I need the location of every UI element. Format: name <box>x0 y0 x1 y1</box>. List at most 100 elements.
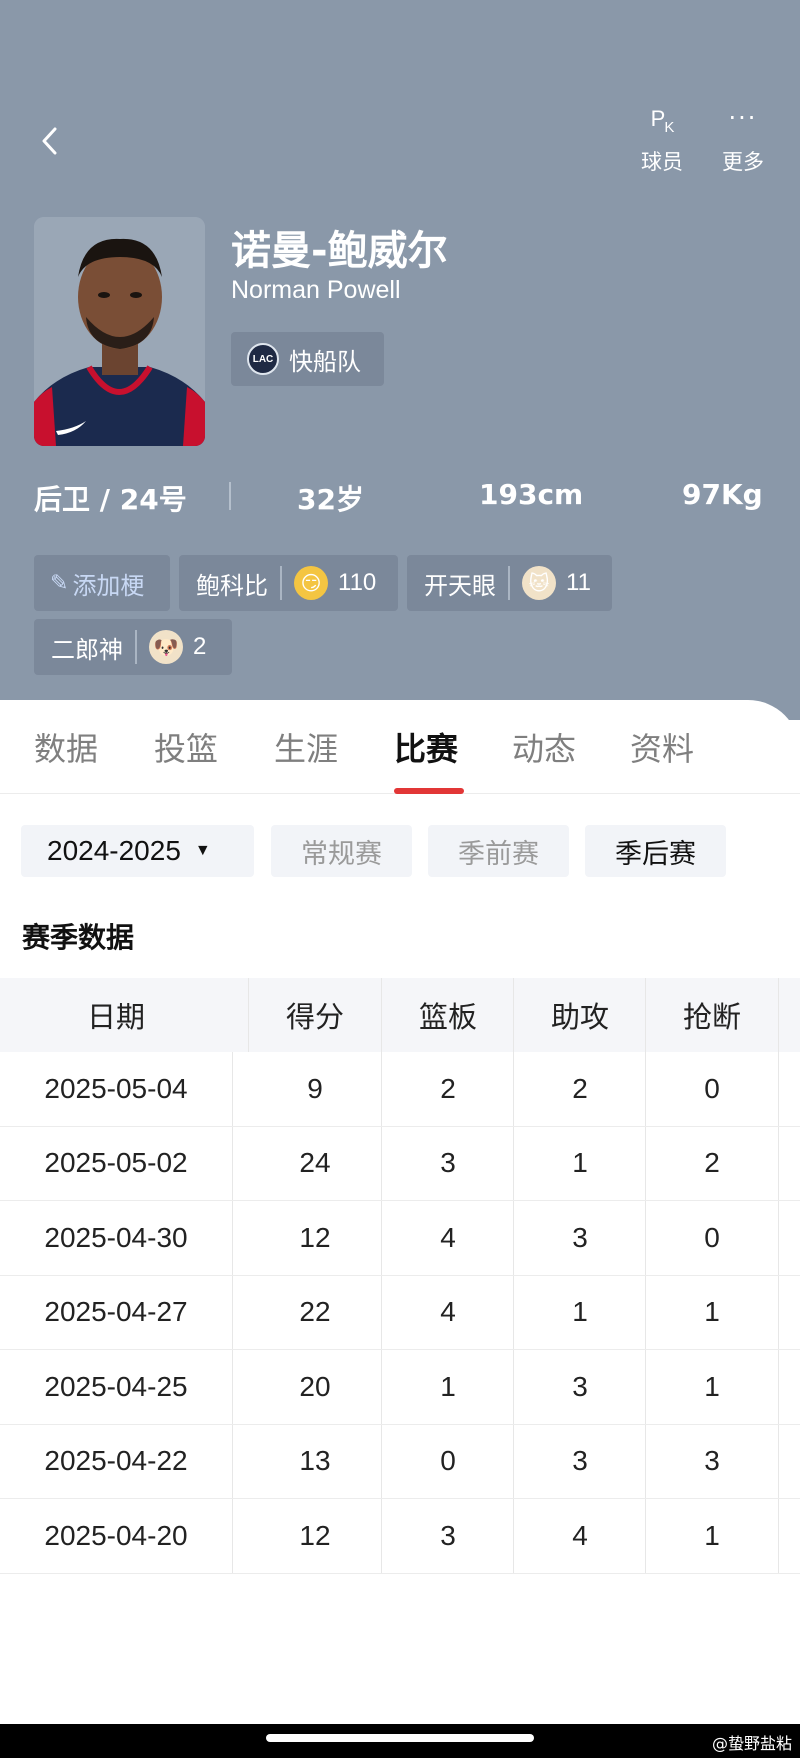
age: 32岁 <box>297 483 364 516</box>
pk-icon: PK <box>650 106 675 136</box>
smirk-emoji-icon: 😏 <box>294 566 328 600</box>
cell-rebounds: 3 <box>440 1147 456 1179</box>
pk-label: 球员 <box>641 150 683 174</box>
team-badge[interactable]: LAC 快船队 <box>231 332 384 386</box>
pencil-icon: ✎ <box>50 570 69 596</box>
tab-news[interactable]: 动态 <box>512 724 576 770</box>
more-button[interactable]: ··· 更多 <box>708 104 778 176</box>
cell-rebounds: 4 <box>440 1296 456 1328</box>
filter-bar: 2024-2025 ▼ 常规赛 季前赛 季后赛 <box>0 825 800 877</box>
filter-regular-season[interactable]: 常规赛 <box>271 825 412 877</box>
meme-tag-label: 二郎神 <box>51 635 123 664</box>
pk-button[interactable]: PK 球员 <box>627 106 697 176</box>
tab-shooting[interactable]: 投篮 <box>154 724 218 770</box>
cell-steals: 1 <box>704 1370 720 1402</box>
table-row[interactable]: 2025-04-22 13 0 3 3 <box>0 1424 800 1499</box>
cell-points: 12 <box>299 1221 331 1253</box>
cell-steals: 0 <box>704 1221 720 1253</box>
height: 193cm <box>479 478 584 511</box>
tab-data[interactable]: 数据 <box>34 724 98 770</box>
cell-date: 2025-05-04 <box>44 1072 188 1104</box>
content-sheet: 数据 投篮 生涯 比赛 动态 资料 2024-2025 ▼ 常规赛 季前赛 季后… <box>0 700 800 1758</box>
cell-assists: 3 <box>572 1370 588 1402</box>
tab-games[interactable]: 比赛 <box>394 724 458 770</box>
cell-assists: 4 <box>572 1519 588 1551</box>
table-row[interactable]: 2025-05-04 9 2 2 0 <box>0 1052 800 1127</box>
section-title: 赛季数据 <box>22 921 135 954</box>
player-header: PK 球员 ··· 更多 诺曼-鲍威尔 Norman Powell LAC 快船… <box>0 0 800 720</box>
cell-steals: 1 <box>704 1296 720 1328</box>
cell-date: 2025-04-27 <box>44 1296 188 1328</box>
dog-emoji-icon: 🐶 <box>149 630 183 664</box>
cell-steals: 3 <box>704 1445 720 1477</box>
table-header: 日期 得分 篮板 助攻 抢断 <box>0 978 800 1052</box>
caret-down-icon: ▼ <box>194 842 211 859</box>
cell-points: 12 <box>299 1519 331 1551</box>
chevron-left-icon <box>42 127 57 155</box>
meme-tag-count: 2 <box>193 633 207 660</box>
cell-points: 24 <box>299 1147 331 1179</box>
cell-rebounds: 0 <box>440 1445 456 1477</box>
cell-points: 22 <box>299 1296 331 1328</box>
filter-playoffs[interactable]: 季后赛 <box>585 825 726 877</box>
table-row[interactable]: 2025-04-20 12 3 4 1 <box>0 1499 800 1574</box>
tab-profile[interactable]: 资料 <box>630 724 694 770</box>
home-indicator[interactable] <box>266 1734 534 1742</box>
header-points[interactable]: 得分 <box>249 978 381 1052</box>
filter-preseason[interactable]: 季前赛 <box>428 825 569 877</box>
position-number: 后卫 / 24号 <box>34 483 187 516</box>
cell-rebounds: 1 <box>440 1370 456 1402</box>
cell-assists: 3 <box>572 1221 588 1253</box>
table-body: 2025-05-04 9 2 2 0 2025-05-02 24 3 1 2 2025-04-30 1… <box>0 1052 800 1574</box>
cell-date: 2025-04-30 <box>44 1221 188 1253</box>
table-row[interactable]: 2025-04-25 20 1 3 1 <box>0 1350 800 1425</box>
meme-tag[interactable]: 鲍科比 😏 110 <box>179 555 398 611</box>
table-row[interactable]: 2025-04-27 22 4 1 1 <box>0 1275 800 1350</box>
meme-tag-count: 110 <box>338 569 377 596</box>
table-row[interactable]: 2025-05-02 24 3 1 2 <box>0 1126 800 1201</box>
header-date[interactable]: 日期 <box>0 978 232 1052</box>
cat-emoji-icon: 🐱 <box>522 566 556 600</box>
system-bottom-bar: @蛰野盐粘 <box>0 1724 800 1758</box>
active-tab-indicator <box>394 788 464 794</box>
cell-assists: 2 <box>572 1072 588 1104</box>
table-row[interactable]: 2025-04-30 12 4 3 0 <box>0 1201 800 1276</box>
team-name: 快船队 <box>289 347 361 376</box>
add-meme-button[interactable]: ✎ 添加梗 <box>34 555 170 611</box>
cell-steals: 2 <box>704 1147 720 1179</box>
cell-assists: 3 <box>572 1445 588 1477</box>
team-logo-icon: LAC <box>247 343 279 375</box>
season-value: 2024-2025 <box>47 835 181 866</box>
cell-assists: 1 <box>572 1296 588 1328</box>
watermark: @蛰野盐粘 <box>711 1734 792 1753</box>
cell-steals: 1 <box>704 1519 720 1551</box>
back-button[interactable] <box>34 118 66 164</box>
cell-points: 20 <box>299 1370 331 1402</box>
cell-steals: 0 <box>704 1072 720 1104</box>
player-name-en: Norman Powell <box>231 276 401 304</box>
tab-bar: 数据 投篮 生涯 比赛 动态 资料 <box>0 710 800 794</box>
cell-rebounds: 2 <box>440 1072 456 1104</box>
cell-points: 13 <box>299 1445 331 1477</box>
cell-date: 2025-04-25 <box>44 1370 188 1402</box>
cell-date: 2025-04-22 <box>44 1445 188 1477</box>
meme-tag-count: 11 <box>566 569 591 596</box>
meme-tag[interactable]: 开天眼 🐱 11 <box>407 555 612 611</box>
stats-table: 日期 得分 篮板 助攻 抢断 2025-05-04 9 2 2 0 2025-05-02 2… <box>0 978 800 1574</box>
header-rebounds[interactable]: 篮板 <box>382 978 514 1052</box>
meme-tag[interactable]: 二郎神 🐶 2 <box>34 619 232 675</box>
season-dropdown[interactable]: 2024-2025 ▼ <box>21 825 254 877</box>
info-divider <box>229 482 231 510</box>
player-name-cn: 诺曼-鲍威尔 <box>231 228 448 274</box>
cell-assists: 1 <box>572 1147 588 1179</box>
header-assists[interactable]: 助攻 <box>514 978 646 1052</box>
add-meme-label: 添加梗 <box>72 571 145 600</box>
meme-tag-label: 鲍科比 <box>196 571 268 600</box>
header-steals[interactable]: 抢断 <box>646 978 778 1052</box>
cell-rebounds: 4 <box>440 1221 456 1253</box>
tag-divider <box>135 630 137 664</box>
cell-rebounds: 3 <box>440 1519 456 1551</box>
weight: 97Kg <box>682 478 763 511</box>
tab-career[interactable]: 生涯 <box>274 724 338 770</box>
more-label: 更多 <box>722 150 764 174</box>
